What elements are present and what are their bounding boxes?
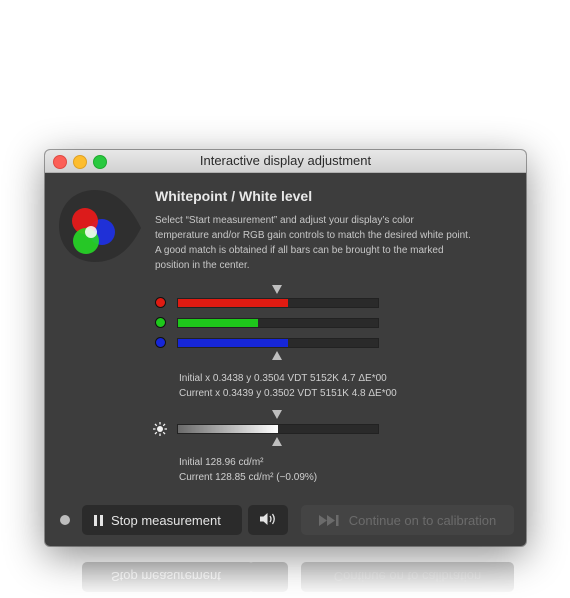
reflection-continue: Continue on to calibration — [301, 562, 514, 592]
luminance-marker-bottom — [272, 437, 282, 446]
target-marker-top — [272, 285, 282, 294]
adjustment-window: Interactive display adjustment Whitepoin… — [45, 150, 526, 546]
luminance-marker-top — [272, 410, 282, 419]
skip-forward-icon — [318, 514, 341, 526]
brightness-icon — [153, 422, 167, 436]
luminance-bar-fill — [178, 425, 278, 433]
section-heading: Whitepoint / White level — [155, 188, 313, 204]
reflection-sound — [248, 562, 288, 592]
stop-measurement-label: Stop measurement — [111, 512, 221, 528]
green-channel-dot — [155, 317, 166, 328]
stop-measurement-button[interactable]: Stop measurement — [82, 505, 242, 535]
green-bar-fill — [178, 319, 258, 327]
instructions-line: position in the center. — [155, 260, 250, 271]
red-channel-dot — [155, 297, 166, 308]
luminance-initial: Initial 128.96 cd/m² — [179, 457, 264, 468]
luminance-readout: Initial 128.96 cd/m² Current 128.85 cd/m… — [179, 455, 317, 485]
whitepoint-initial: Initial x 0.3438 y 0.3504 VDT 5152K 4.7 … — [179, 373, 387, 384]
instructions-line: temperature and/or RGB gain controls to … — [155, 230, 471, 241]
blue-bar-track — [177, 338, 379, 348]
pause-icon — [94, 514, 103, 526]
reflection-continue-label: Continue on to calibration — [333, 569, 482, 585]
reflection-stop: Stop measurement — [82, 562, 254, 592]
red-bar-track — [177, 298, 379, 308]
instructions-line: Select “Start measurement” and adjust yo… — [155, 215, 414, 226]
target-marker-bottom — [272, 351, 282, 360]
titlebar: Interactive display adjustment — [45, 150, 526, 173]
blue-bar-fill — [178, 339, 288, 347]
whitepoint-current: Current x 0.3439 y 0.3502 VDT 5151K 4.8 … — [179, 388, 397, 399]
window-title: Interactive display adjustment — [199, 153, 372, 168]
speaker-icon — [259, 512, 277, 529]
red-bar-fill — [178, 299, 288, 307]
continue-to-calibration-button[interactable]: Continue on to calibration — [301, 505, 514, 535]
blue-channel-dot — [155, 337, 166, 348]
instructions-text: Select “Start measurement” and adjust yo… — [155, 213, 515, 273]
luminance-bar-track — [177, 424, 379, 434]
continue-label: Continue on to calibration — [348, 512, 497, 528]
rgb-logo-icon — [55, 186, 143, 264]
whitepoint-readout: Initial x 0.3438 y 0.3504 VDT 5152K 4.7 … — [179, 371, 397, 401]
luminance-current: Current 128.85 cd/m² (−0.09%) — [179, 472, 318, 483]
reflection-stop-label: Stop measurement — [111, 569, 221, 585]
sound-toggle-button[interactable] — [248, 505, 288, 535]
green-bar-track — [177, 318, 379, 328]
window-reflection: Stop measurement Continue on to calibrat… — [45, 550, 526, 598]
status-indicator — [60, 515, 70, 525]
instructions-line: A good match is obtained if all bars can… — [155, 245, 444, 256]
